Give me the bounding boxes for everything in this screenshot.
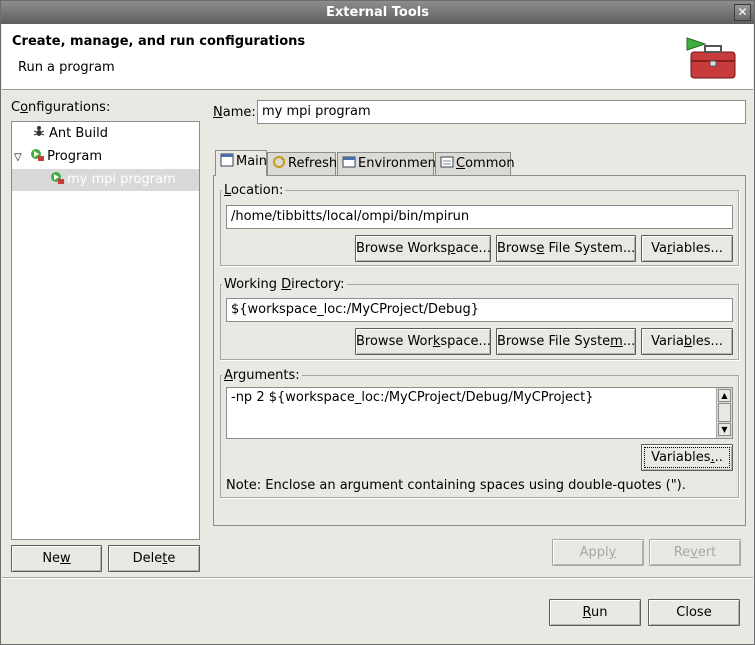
close-window-button[interactable]: ✕ <box>734 4 751 21</box>
header-title: Create, manage, and run configurations <box>12 34 306 49</box>
header-subtitle: Run a program <box>18 60 115 75</box>
location-input[interactable]: /home/tibbitts/local/ompi/bin/mpirun <box>226 205 733 229</box>
apply-button[interactable]: Apply <box>552 539 644 566</box>
scroll-down-button[interactable]: ▼ <box>718 423 731 436</box>
environment-tab-icon <box>342 155 356 169</box>
tab-main[interactable]: Main <box>215 150 267 176</box>
browse-workspace-button[interactable]: Browse Workspace... <box>355 235 491 262</box>
configurations-tree[interactable]: Ant Build ▽ Program my mpi program <box>11 121 200 540</box>
name-input[interactable]: my mpi program <box>257 100 746 124</box>
new-button[interactable]: New <box>11 545 102 572</box>
variables-button[interactable]: Variables... <box>641 235 733 262</box>
program-icon <box>30 148 45 162</box>
tree-item-my-mpi-program[interactable]: my mpi program <box>12 169 199 191</box>
chevron-down-icon[interactable]: ▽ <box>14 147 26 169</box>
title-bar: External Tools ✕ <box>1 1 754 24</box>
revert-button[interactable]: Revert <box>649 539 741 566</box>
tab-common[interactable]: Common <box>435 152 515 176</box>
tab-refresh[interactable]: Refresh <box>267 152 337 176</box>
browse-file-system-button[interactable]: Browse File System... <box>496 235 636 262</box>
toolbox-icon <box>686 37 736 79</box>
arguments-note: Note: Enclose an argument containing spa… <box>226 478 686 493</box>
working-directory-input[interactable]: ${workspace_loc:/MyCProject/Debug} <box>226 298 733 322</box>
arguments-label: Arguments: <box>222 368 302 383</box>
variables-button[interactable]: Variables... <box>641 328 733 355</box>
footer-separator <box>2 577 753 579</box>
tree-item-ant-build[interactable]: Ant Build <box>32 123 108 145</box>
arguments-scrollbar[interactable]: ▲ ▼ <box>716 388 732 438</box>
tree-item-label: my mpi program <box>67 172 176 187</box>
ant-icon <box>32 125 46 139</box>
tree-item-label: Ant Build <box>49 126 108 141</box>
scroll-thumb[interactable] <box>718 403 731 422</box>
tab-environment[interactable]: Environment <box>337 152 441 176</box>
arguments-text: -np 2 ${workspace_loc:/MyCProject/Debug/… <box>231 390 594 405</box>
close-button[interactable]: Close <box>648 599 740 626</box>
working-directory-label: Working Directory: <box>222 277 347 292</box>
configurations-label: Configurations: <box>11 100 111 115</box>
arguments-variables-button[interactable]: Variables... <box>641 444 733 471</box>
browse-workspace-button[interactable]: Browse Workspace... <box>355 328 491 355</box>
browse-file-system-button[interactable]: Browse File System... <box>496 328 636 355</box>
external-tools-dialog: External Tools ✕ Create, manage, and run… <box>0 0 755 645</box>
scroll-up-button[interactable]: ▲ <box>718 389 731 402</box>
tree-item-label: Program <box>47 149 102 164</box>
dialog-header: Create, manage, and run configurations R… <box>2 24 753 90</box>
name-label: Name: <box>213 105 256 120</box>
arguments-textarea[interactable]: -np 2 ${workspace_loc:/MyCProject/Debug/… <box>226 387 733 439</box>
tree-item-program[interactable]: ▽ Program <box>14 146 102 168</box>
delete-button[interactable]: Delete <box>108 545 200 572</box>
run-button[interactable]: Run <box>549 599 641 626</box>
program-icon <box>50 171 64 185</box>
main-tab-icon <box>220 153 234 167</box>
common-tab-icon <box>440 155 454 169</box>
refresh-tab-icon <box>272 155 286 169</box>
location-label: Location: <box>222 183 286 198</box>
window-title: External Tools <box>326 5 429 20</box>
